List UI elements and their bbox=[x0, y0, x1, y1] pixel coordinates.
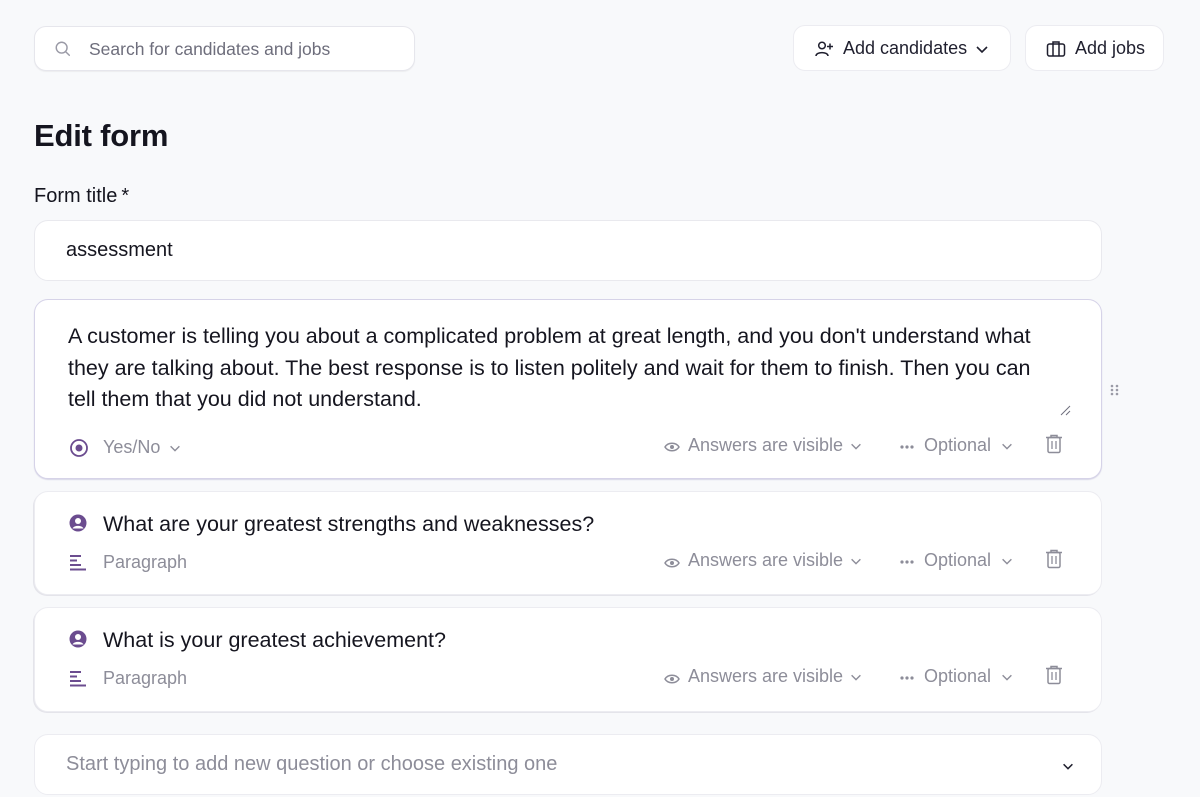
chevron-down-icon bbox=[1002, 674, 1012, 681]
form-title-value: assessment bbox=[66, 239, 173, 261]
trash-icon[interactable] bbox=[1045, 434, 1063, 454]
more-dots-icon bbox=[900, 676, 914, 680]
search-input[interactable]: Search for candidates and jobs bbox=[34, 26, 415, 71]
requirement-label: Optional bbox=[924, 435, 992, 455]
add-jobs-button[interactable]: Add jobs bbox=[1025, 25, 1164, 71]
trash-icon[interactable] bbox=[1045, 549, 1063, 569]
question-card[interactable]: What are your greatest strengths and wea… bbox=[34, 491, 1102, 595]
chevron-down-icon bbox=[851, 558, 861, 565]
more-dots-icon bbox=[900, 445, 914, 449]
chevron-down-icon bbox=[1002, 558, 1012, 565]
question-type-label: Paragraph bbox=[103, 668, 188, 688]
add-question-placeholder: Start typing to add new question or choo… bbox=[66, 753, 558, 775]
question-type-label: Yes/No bbox=[103, 437, 161, 457]
add-question-combobox[interactable]: Start typing to add new question or choo… bbox=[34, 734, 1102, 795]
more-dots-icon bbox=[900, 560, 914, 564]
visibility-label: Answers are visible bbox=[688, 435, 844, 455]
page-title: Edit form bbox=[34, 118, 169, 153]
add-candidates-label: Add candidates bbox=[843, 38, 968, 58]
visibility-label: Answers are visible bbox=[688, 550, 844, 570]
paragraph-icon bbox=[70, 671, 86, 687]
user-circle-icon bbox=[69, 514, 87, 532]
requirement-label: Optional bbox=[924, 550, 992, 570]
drag-handle-icon[interactable] bbox=[1110, 384, 1120, 396]
search-placeholder: Search for candidates and jobs bbox=[89, 39, 331, 59]
search-icon bbox=[55, 41, 71, 57]
add-jobs-label: Add jobs bbox=[1075, 38, 1146, 58]
chevron-down-icon[interactable] bbox=[1061, 759, 1075, 773]
question-card-active[interactable]: A customer is telling you about a compli… bbox=[34, 299, 1102, 479]
chevron-down-icon bbox=[851, 674, 861, 681]
resize-handle-icon[interactable] bbox=[1059, 404, 1071, 416]
question-title: What are your greatest strengths and wea… bbox=[103, 512, 595, 536]
user-circle-icon bbox=[69, 630, 87, 648]
add-user-icon bbox=[815, 41, 833, 57]
radio-icon bbox=[70, 439, 88, 457]
briefcase-icon bbox=[1046, 41, 1066, 57]
add-candidates-button[interactable]: Add candidates bbox=[793, 25, 1011, 71]
chevron-down-icon bbox=[851, 443, 861, 450]
required-mark: * bbox=[121, 185, 130, 207]
eye-icon bbox=[664, 558, 680, 568]
trash-icon[interactable] bbox=[1045, 665, 1063, 685]
eye-icon bbox=[664, 442, 680, 452]
question-title: What is your greatest achievement? bbox=[103, 628, 446, 652]
question-type-label: Paragraph bbox=[103, 552, 188, 572]
chevron-down-icon bbox=[1002, 443, 1012, 450]
question-card[interactable]: What is your greatest achievement? Parag… bbox=[34, 607, 1102, 712]
chevron-down-icon bbox=[170, 445, 180, 452]
requirement-label: Optional bbox=[924, 666, 992, 686]
form-title-input[interactable]: assessment bbox=[34, 220, 1102, 281]
form-title-label-text: Form title bbox=[34, 185, 118, 207]
question-text-input[interactable]: A customer is telling you about a compli… bbox=[68, 321, 1058, 416]
eye-icon bbox=[664, 674, 680, 684]
visibility-label: Answers are visible bbox=[688, 666, 844, 686]
chevron-down-icon bbox=[976, 46, 988, 54]
form-title-label: Form title * bbox=[34, 185, 129, 208]
paragraph-icon bbox=[70, 555, 86, 571]
